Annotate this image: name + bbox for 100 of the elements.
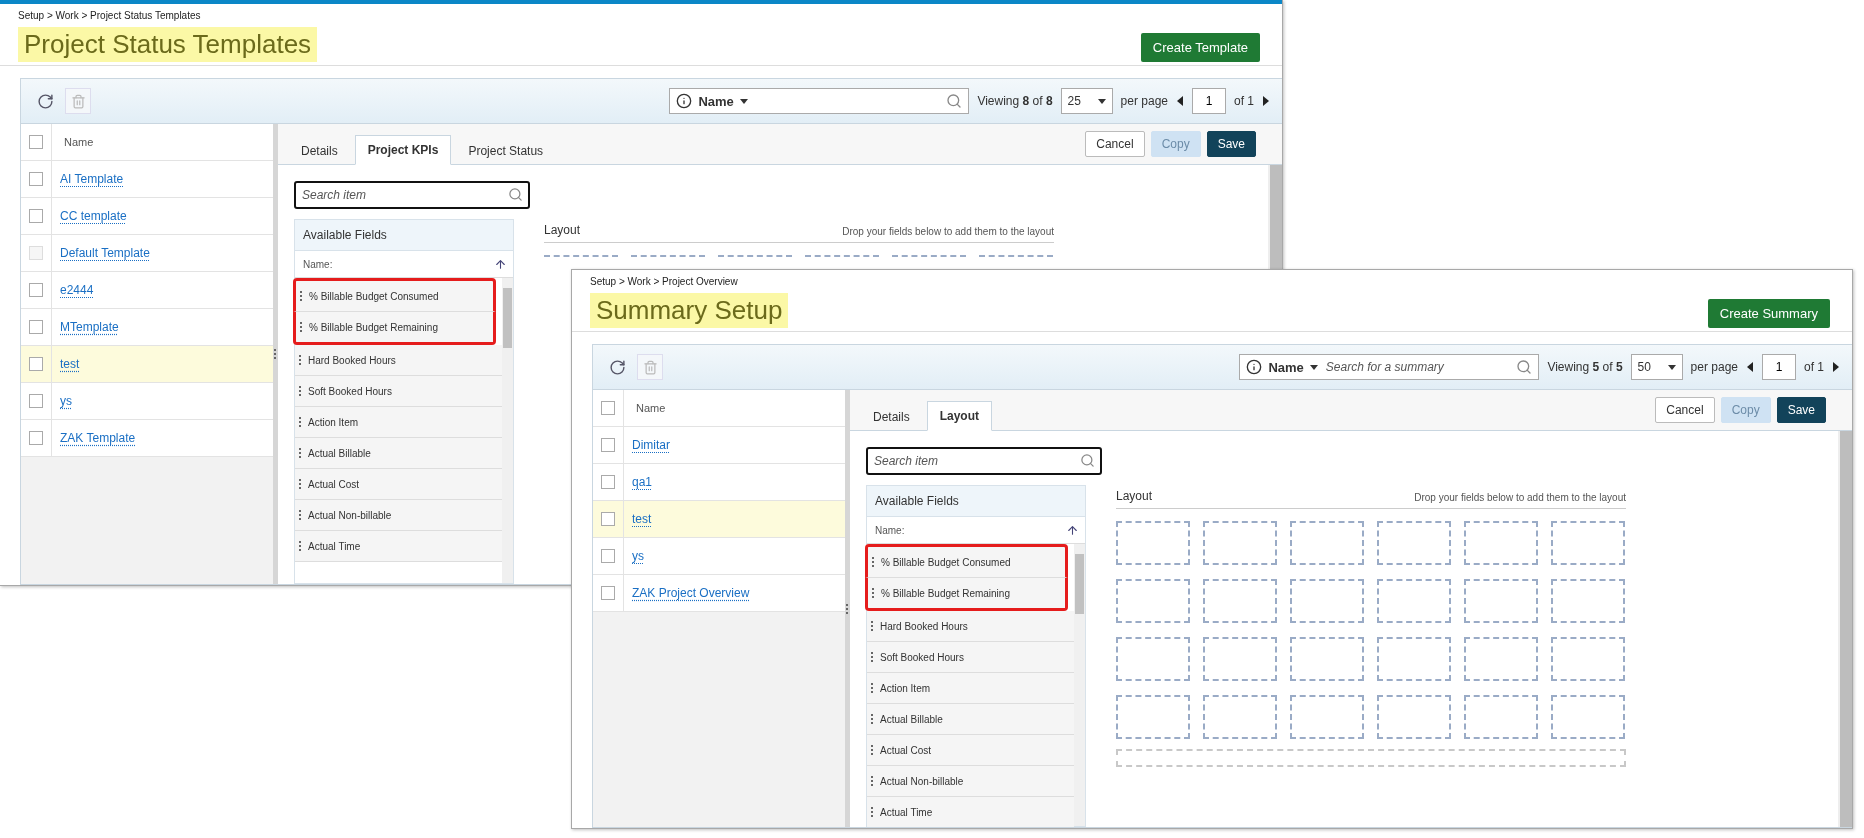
field-item[interactable]: Soft Booked Hours	[867, 642, 1074, 673]
search-item-field[interactable]: Search item	[294, 181, 530, 209]
drop-slot[interactable]	[1551, 637, 1625, 681]
drop-slot[interactable]	[1290, 637, 1364, 681]
list-row[interactable]: qa1	[593, 464, 845, 501]
row-checkbox[interactable]	[29, 320, 43, 334]
drop-slot[interactable]	[1203, 521, 1277, 565]
tab[interactable]: Project KPIs	[354, 135, 452, 165]
template-link[interactable]: CC template	[60, 209, 127, 223]
field-item[interactable]: % Billable Budget Remaining	[293, 312, 496, 345]
page-field[interactable]: 1	[1192, 88, 1226, 114]
search-icon[interactable]	[508, 187, 523, 202]
row-checkbox[interactable]	[29, 209, 43, 223]
field-item[interactable]: Action Item	[295, 407, 502, 438]
next-page-icon[interactable]	[1262, 96, 1270, 106]
save-button[interactable]: Save	[1776, 397, 1826, 423]
previous-page-icon[interactable]	[1176, 96, 1184, 106]
tab[interactable]: Layout	[926, 401, 993, 431]
list-row[interactable]: Dimitar	[593, 427, 845, 464]
drop-slot[interactable]	[1290, 695, 1364, 739]
drop-slot[interactable]	[1203, 695, 1277, 739]
scrollbar[interactable]	[1074, 544, 1085, 826]
drop-slot[interactable]	[1377, 579, 1451, 623]
previous-page-icon[interactable]	[1746, 362, 1754, 372]
drop-slot[interactable]	[1116, 521, 1190, 565]
list-row[interactable]: CC template	[21, 198, 273, 235]
drop-slot[interactable]	[1551, 521, 1625, 565]
per-page-select[interactable]: 50	[1630, 354, 1683, 380]
sort-arrow-icon[interactable]	[1066, 523, 1079, 537]
tab[interactable]: Details	[860, 401, 923, 431]
template-link[interactable]: test	[60, 357, 80, 371]
drop-slot[interactable]	[1116, 695, 1190, 739]
list-row[interactable]: e2444	[21, 272, 273, 309]
drop-row[interactable]	[1116, 749, 1626, 767]
drop-slot[interactable]	[1377, 521, 1451, 565]
row-checkbox[interactable]	[29, 357, 43, 371]
search-icon[interactable]	[1516, 359, 1533, 375]
select-all-checkbox[interactable]	[29, 135, 43, 149]
scrollbar[interactable]	[502, 278, 513, 583]
per-page-select[interactable]: 25	[1060, 88, 1113, 114]
template-link[interactable]: qa1	[632, 475, 653, 489]
row-checkbox[interactable]	[29, 394, 43, 408]
save-button[interactable]: Save	[1206, 131, 1256, 157]
template-link[interactable]: e2444	[60, 283, 94, 297]
scrollbar[interactable]	[1838, 431, 1852, 827]
drop-slot[interactable]	[1464, 695, 1538, 739]
page-field[interactable]: 1	[1762, 354, 1796, 380]
list-row[interactable]: ys	[593, 538, 845, 575]
list-row[interactable]: AI Template	[21, 161, 273, 198]
row-checkbox[interactable]	[29, 431, 43, 445]
trash-icon[interactable]	[65, 88, 91, 114]
field-item[interactable]: Actual Billable	[867, 704, 1074, 735]
search-item-field[interactable]: Search item	[866, 447, 1102, 475]
drop-slot[interactable]	[1377, 695, 1451, 739]
drop-slot[interactable]	[1116, 579, 1190, 623]
drop-slot[interactable]	[1464, 521, 1538, 565]
next-page-icon[interactable]	[1832, 362, 1840, 372]
search-icon[interactable]	[1080, 453, 1095, 468]
row-checkbox[interactable]	[601, 438, 615, 452]
template-link[interactable]: ys	[632, 549, 644, 563]
field-item[interactable]: Actual Non-billable	[295, 500, 502, 531]
row-checkbox[interactable]	[29, 283, 43, 297]
field-item[interactable]: Hard Booked Hours	[867, 611, 1074, 642]
cancel-button[interactable]: Cancel	[1655, 397, 1715, 423]
template-link[interactable]: MTemplate	[60, 320, 119, 334]
field-item[interactable]: Soft Booked Hours	[295, 376, 502, 407]
template-link[interactable]: ZAK Template	[60, 431, 136, 445]
row-checkbox[interactable]	[601, 512, 615, 526]
drop-slot[interactable]	[1551, 579, 1625, 623]
row-checkbox[interactable]	[29, 172, 43, 186]
search-input[interactable]: Search for a summary	[1323, 359, 1511, 375]
field-item[interactable]: Actual Time	[867, 797, 1074, 827]
trash-icon[interactable]	[637, 354, 663, 380]
field-item[interactable]: Action Item	[867, 673, 1074, 704]
field-item[interactable]: Actual Cost	[867, 735, 1074, 766]
field-item[interactable]: Hard Booked Hours	[295, 345, 502, 376]
row-checkbox[interactable]	[601, 549, 615, 563]
field-item[interactable]: Actual Time	[295, 531, 502, 562]
drop-slot[interactable]	[1464, 579, 1538, 623]
sort-arrow-icon[interactable]	[494, 257, 507, 271]
list-row[interactable]: test	[593, 501, 845, 538]
row-checkbox[interactable]	[601, 586, 615, 600]
tab[interactable]: Project Status	[455, 135, 557, 165]
list-row[interactable]: ZAK Template	[21, 420, 273, 457]
create-button[interactable]: Create Summary	[1707, 299, 1830, 328]
field-item[interactable]: % Billable Budget Remaining	[865, 578, 1068, 611]
drop-slot[interactable]	[1290, 521, 1364, 565]
list-row[interactable]: ys	[21, 383, 273, 420]
tab[interactable]: Details	[288, 135, 351, 165]
field-item[interactable]: Actual Cost	[295, 469, 502, 500]
drop-slot[interactable]	[1377, 637, 1451, 681]
filter-dropdown[interactable]: Name	[698, 93, 734, 109]
search-field[interactable]: Name	[669, 88, 970, 114]
select-all-checkbox[interactable]	[601, 401, 615, 415]
search-field[interactable]: Name Search for a summary	[1239, 354, 1540, 380]
create-button[interactable]: Create Template	[1140, 33, 1260, 62]
drop-slot[interactable]	[1290, 579, 1364, 623]
template-link[interactable]: ZAK Project Overview	[632, 586, 750, 600]
list-row[interactable]: MTemplate	[21, 309, 273, 346]
field-item[interactable]: Actual Non-billable	[867, 766, 1074, 797]
